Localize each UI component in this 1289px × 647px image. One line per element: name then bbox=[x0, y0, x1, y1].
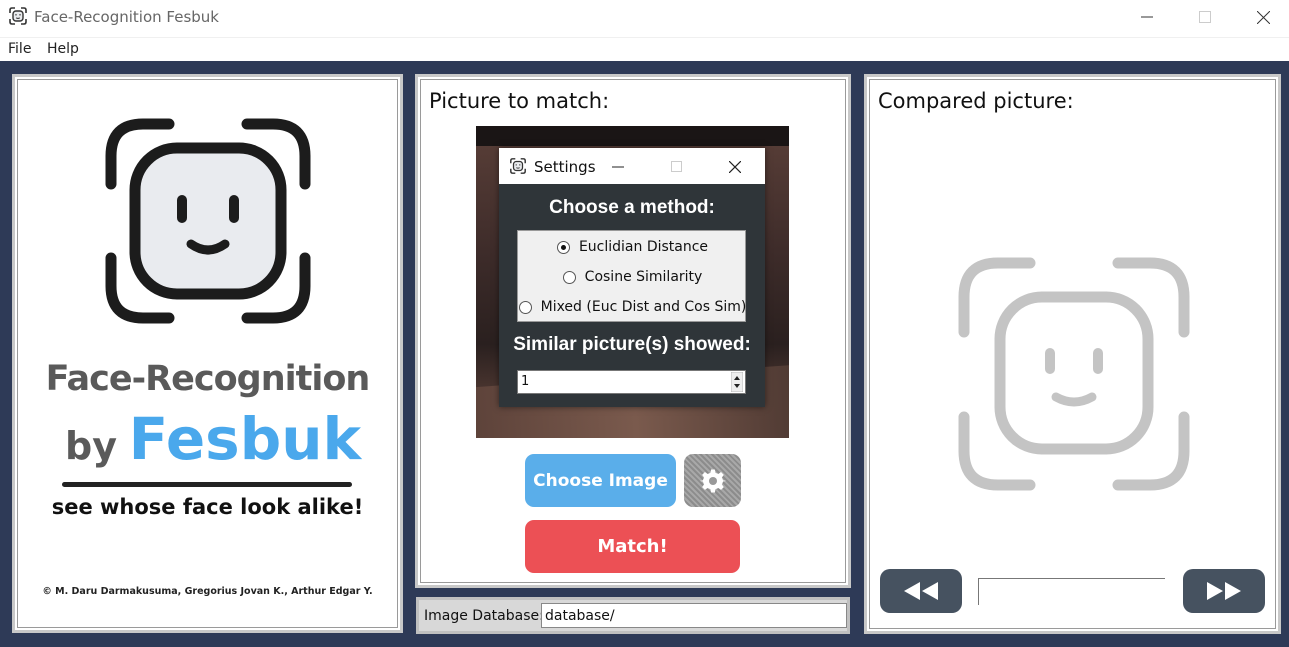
similar-heading: Similar picture(s) showed: bbox=[513, 334, 751, 355]
dialog-title-bar: Settings bbox=[499, 148, 765, 184]
panel-heading: Compared picture: bbox=[878, 89, 1074, 113]
spin-arrows-icon[interactable] bbox=[731, 372, 743, 392]
panel-heading: Picture to match: bbox=[429, 89, 610, 113]
maximize-icon[interactable] bbox=[671, 161, 682, 172]
window-title: Face-Recognition Fesbuk bbox=[34, 8, 219, 26]
menu-help[interactable]: Help bbox=[47, 41, 79, 57]
caption-label bbox=[978, 578, 1165, 605]
method-option-cosine[interactable]: Cosine Similarity bbox=[518, 264, 747, 290]
radio-selected[interactable] bbox=[556, 240, 570, 254]
divider bbox=[62, 482, 352, 487]
radio[interactable] bbox=[562, 270, 576, 284]
match-button[interactable]: Match! bbox=[525, 520, 740, 573]
method-label: Mixed (Euc Dist and Cos Sim) bbox=[540, 299, 747, 315]
menu-bar: File Help bbox=[0, 37, 1289, 61]
settings-button[interactable] bbox=[684, 454, 741, 507]
choose-image-button[interactable]: Choose Image bbox=[525, 454, 676, 507]
tagline: see whose face look alike! bbox=[51, 495, 364, 519]
logo-brand: Fesbuk bbox=[128, 405, 362, 473]
image-database-value: database/ bbox=[545, 608, 615, 624]
rewind-icon bbox=[904, 582, 938, 600]
close-icon[interactable] bbox=[729, 161, 741, 173]
face-scan-icon bbox=[105, 118, 311, 324]
previous-button[interactable] bbox=[880, 569, 962, 613]
face-scan-icon bbox=[510, 158, 526, 174]
minimize-icon bbox=[1141, 16, 1153, 18]
method-label: Euclidian Distance bbox=[578, 239, 709, 255]
settings-dialog: Settings Choose a method: Euclidian Dist… bbox=[499, 148, 765, 407]
title-bar: Face-Recognition Fesbuk bbox=[0, 0, 1289, 36]
logo-line-1: Face-Recognition bbox=[45, 359, 371, 399]
maximize-icon bbox=[1199, 11, 1211, 23]
close-button[interactable] bbox=[1234, 0, 1289, 34]
credits: © M. Daru Darmakusuma, Gregorius Jovan K… bbox=[42, 586, 373, 597]
image-database-bar: Image Database: database/ bbox=[416, 597, 850, 634]
image-database-input[interactable]: database/ bbox=[541, 603, 847, 628]
dialog-title: Settings bbox=[534, 158, 596, 176]
method-heading: Choose a method: bbox=[549, 197, 715, 218]
radio[interactable] bbox=[518, 300, 532, 314]
menu-file[interactable]: File bbox=[8, 41, 31, 57]
face-scan-icon bbox=[9, 7, 27, 25]
gear-icon bbox=[699, 468, 726, 492]
face-scan-icon bbox=[958, 257, 1190, 491]
logo-by: by bbox=[65, 424, 117, 468]
image-database-label: Image Database: bbox=[424, 608, 544, 624]
logo-line-2: by Fesbuk bbox=[65, 405, 365, 475]
method-label: Cosine Similarity bbox=[584, 269, 703, 285]
close-icon bbox=[1256, 10, 1270, 24]
maximize-button[interactable] bbox=[1176, 0, 1234, 34]
next-button[interactable] bbox=[1183, 569, 1265, 613]
minimize-button[interactable] bbox=[1118, 0, 1176, 34]
method-options: Euclidian Distance Cosine Similarity Mix… bbox=[517, 230, 746, 322]
similar-count-value: 1 bbox=[521, 374, 530, 389]
fast-forward-icon bbox=[1207, 582, 1241, 600]
minimize-icon[interactable] bbox=[612, 166, 624, 168]
method-option-euclidian[interactable]: Euclidian Distance bbox=[518, 234, 747, 260]
similar-count-spinbox[interactable]: 1 bbox=[517, 370, 746, 394]
method-option-mixed[interactable]: Mixed (Euc Dist and Cos Sim) bbox=[518, 294, 747, 320]
